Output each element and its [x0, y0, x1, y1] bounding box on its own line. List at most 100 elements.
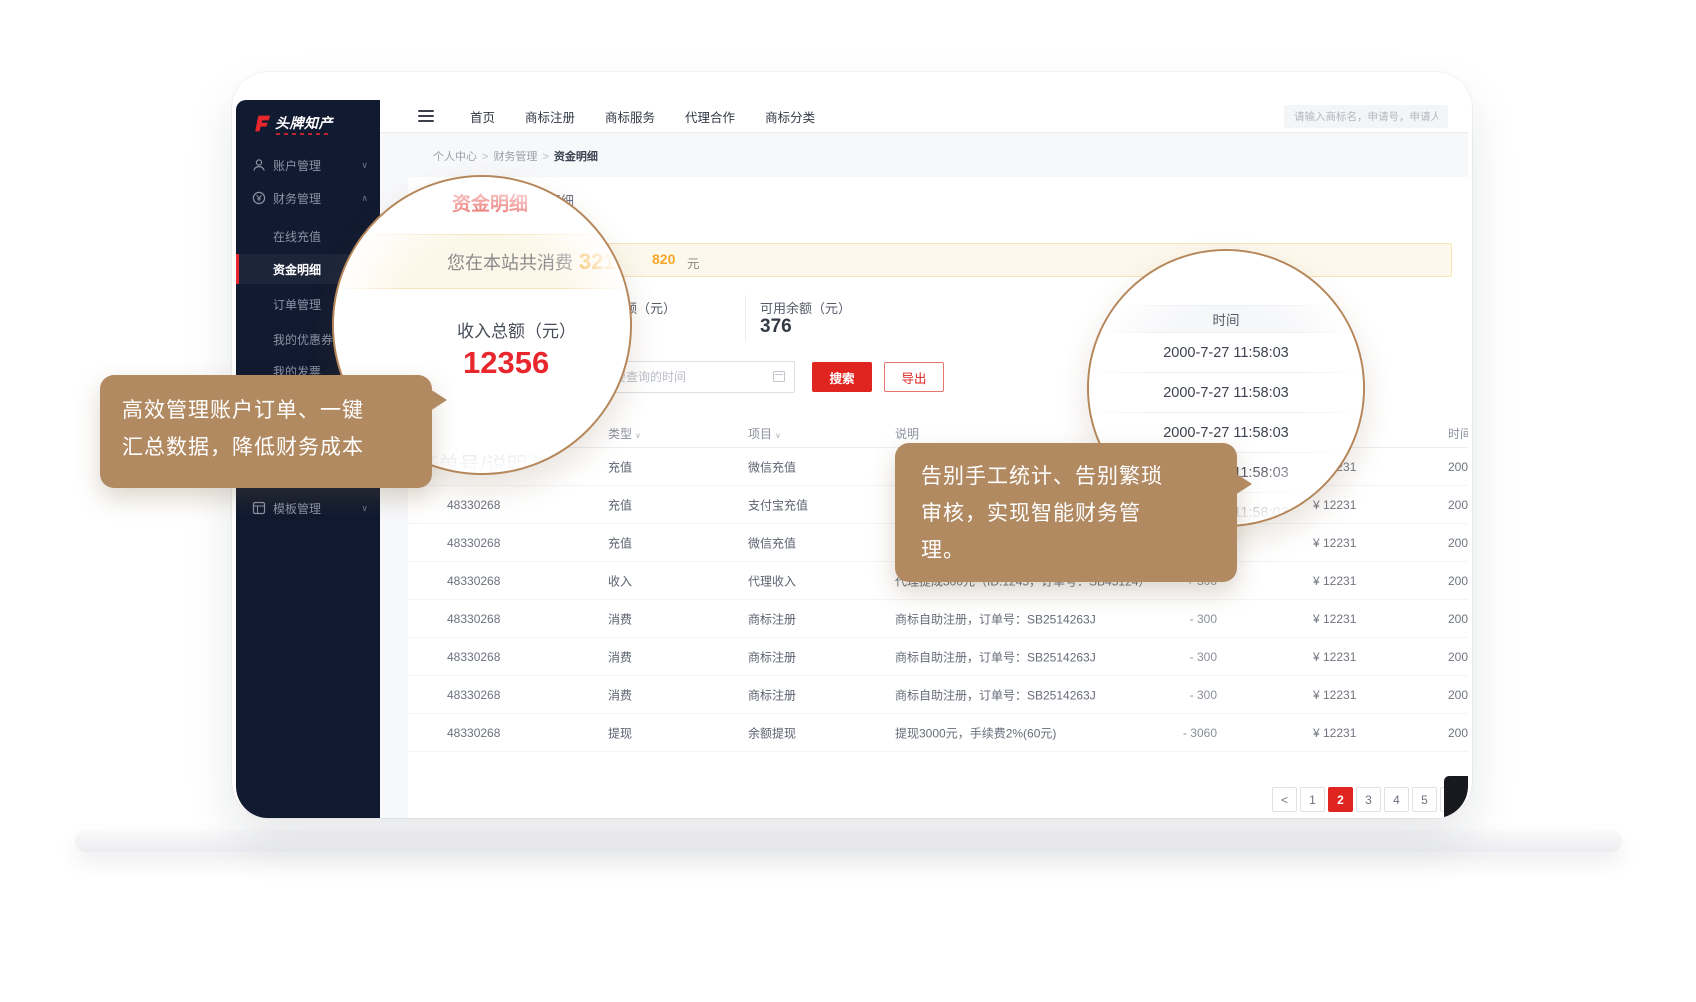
breadcrumb-part[interactable]: 财务管理: [493, 151, 537, 163]
breadcrumb-current: 资金明细: [554, 151, 598, 163]
export-button[interactable]: 导出: [884, 362, 944, 392]
breadcrumb-bar: 个人中心>财务管理>资金明细: [380, 133, 1468, 176]
cell-order: 48330268: [447, 612, 500, 626]
sidebar-item-label: 资金明细: [273, 261, 321, 278]
magnified-income-value: 12356: [463, 345, 549, 381]
cell-project: 余额提现: [748, 724, 796, 741]
stat-balance-label: 可用余额（元）: [760, 298, 851, 317]
header-desc: 说明: [895, 425, 919, 442]
sidebar-item-finance[interactable]: 财务管理 ∧: [236, 183, 380, 213]
cell-balance: ¥ 12231: [1313, 574, 1356, 588]
cell-type: 消费: [608, 610, 632, 627]
magnified-time-row: 2000-7-27 11:58:03: [1089, 333, 1363, 373]
cell-desc: 商标自助注册，订单号：SB2514263J: [895, 686, 1096, 703]
sidebar-item-account[interactable]: 账户管理 ∨: [236, 150, 380, 180]
cell-type: 充值: [608, 496, 632, 513]
nav-menu-item[interactable]: 商标分类: [765, 107, 815, 126]
pagination-page[interactable]: 4: [1384, 787, 1409, 812]
floating-widget[interactable]: [1444, 776, 1468, 818]
breadcrumb-part[interactable]: 个人中心: [433, 151, 477, 163]
sidebar-item-label: 模板管理: [273, 500, 321, 517]
laptop-base: [75, 830, 1622, 852]
chevron-up-icon: ∧: [361, 193, 368, 204]
cell-project: 商标注册: [748, 610, 796, 627]
cell-type: 充值: [608, 458, 632, 475]
header-type: 类型∨: [608, 425, 641, 442]
cell-order: 48330268: [447, 688, 500, 702]
person-icon: [252, 158, 266, 172]
stat-balance-value: 376: [760, 316, 792, 338]
cell-amount: - 300: [1098, 688, 1217, 702]
cell-type: 充值: [608, 534, 632, 551]
cell-time: 2000-7-27 11:58:03: [1448, 650, 1468, 664]
magnified-banner: 您在本站共消费 32124 元: [332, 234, 632, 289]
brand-flag-icon: [252, 114, 271, 133]
cell-order: 48330268: [447, 650, 500, 664]
breadcrumb: 个人中心>财务管理>资金明细: [433, 148, 598, 164]
pagination-pages: 12345: [1300, 787, 1437, 812]
callout-text-line: 汇总数据，降低财务成本: [122, 429, 432, 466]
cell-type: 消费: [608, 648, 632, 665]
cell-balance: ¥ 12231: [1313, 650, 1356, 664]
pagination-page[interactable]: 5: [1412, 787, 1437, 812]
sidebar-item-label: 在线充值: [273, 228, 321, 245]
trademark-search-input[interactable]: [1284, 105, 1448, 128]
cell-order: 48330268: [447, 498, 500, 512]
magnified-time-row: 2000-7-27 11:58:03: [1089, 373, 1363, 413]
pagination-page[interactable]: 2: [1328, 787, 1353, 812]
cell-time: 2000-7-27 11:58:03: [1448, 498, 1468, 512]
sidebar-item-label: 财务管理: [273, 190, 321, 207]
search-button[interactable]: 搜索: [812, 362, 872, 392]
magnified-time-header: 时间: [1089, 305, 1363, 333]
table-row: 48330268 消费 商标注册 商标自助注册，订单号：SB2514263J -…: [408, 600, 1468, 638]
cell-time: 2000-7-27 11:58:03: [1448, 726, 1468, 740]
cell-order: 48330268: [447, 726, 500, 740]
cell-order: 48330268: [447, 574, 500, 588]
callout-pointer: [1235, 473, 1263, 495]
nav-menu-item[interactable]: 商标服务: [605, 107, 655, 126]
cell-desc: 商标自助注册，订单号：SB2514263J: [895, 610, 1096, 627]
hamburger-menu-icon[interactable]: [418, 110, 434, 122]
header-project: 项目∨: [748, 425, 781, 442]
cell-amount: - 3060: [1098, 726, 1217, 740]
cell-type: 提现: [608, 724, 632, 741]
nav-menu: 首页 商标注册 商标服务 代理合作 商标分类: [470, 100, 815, 133]
cell-time: 2000-7-27 11:58:03: [1448, 574, 1468, 588]
sort-caret-icon[interactable]: ∨: [635, 431, 641, 440]
calendar-icon[interactable]: [773, 371, 785, 382]
cell-type: 收入: [608, 572, 632, 589]
magnified-tab-label: 资金明细: [452, 189, 528, 216]
cell-project: 代理收入: [748, 572, 796, 589]
sort-caret-icon[interactable]: ∨: [775, 431, 781, 440]
pagination-prev[interactable]: <: [1272, 787, 1297, 812]
table-row: 48330268 消费 商标注册 商标自助注册，订单号：SB2514263J -…: [408, 638, 1468, 676]
callout-pointer: [430, 389, 458, 411]
divider: [745, 295, 746, 341]
sidebar-item-template[interactable]: 模板管理 ∨: [236, 493, 380, 523]
cell-type: 消费: [608, 686, 632, 703]
cell-time: 2000-7-27 11:58:03: [1448, 536, 1468, 550]
cell-time: 2000-7-27 11:58:03: [1448, 460, 1468, 474]
callout-text-line: 理。: [921, 532, 1237, 569]
magnified-banner-amount: 32124: [579, 249, 632, 275]
nav-menu-item[interactable]: 代理合作: [685, 107, 735, 126]
cell-project: 商标注册: [748, 686, 796, 703]
chevron-down-icon: ∨: [361, 503, 368, 514]
cell-balance: ¥ 12231: [1313, 726, 1356, 740]
nav-menu-item[interactable]: 商标注册: [525, 107, 575, 126]
logo-text: 头牌知产: [275, 113, 333, 133]
callout-text-line: 审核，实现智能财务管: [921, 495, 1237, 532]
chevron-down-icon: ∨: [361, 160, 368, 171]
nav-menu-item[interactable]: 首页: [470, 107, 495, 126]
cell-project: 商标注册: [748, 648, 796, 665]
callout-text-line: 告别手工统计、告别繁琐: [921, 458, 1237, 495]
cell-balance: ¥ 12231: [1313, 536, 1356, 550]
pagination-page[interactable]: 1: [1300, 787, 1325, 812]
magnified-income-label: 收入总额（元）: [457, 317, 576, 342]
top-navbar: 首页 商标注册 商标服务 代理合作 商标分类: [380, 100, 1468, 133]
cell-time: 2000-7-27 11:58:03: [1448, 688, 1468, 702]
callout-right: 告别手工统计、告别繁琐 审核，实现智能财务管 理。: [895, 443, 1237, 582]
pagination-page[interactable]: 3: [1356, 787, 1381, 812]
cell-order: 48330268: [447, 536, 500, 550]
magnified-banner-label: 您在本站共消费: [447, 249, 573, 275]
